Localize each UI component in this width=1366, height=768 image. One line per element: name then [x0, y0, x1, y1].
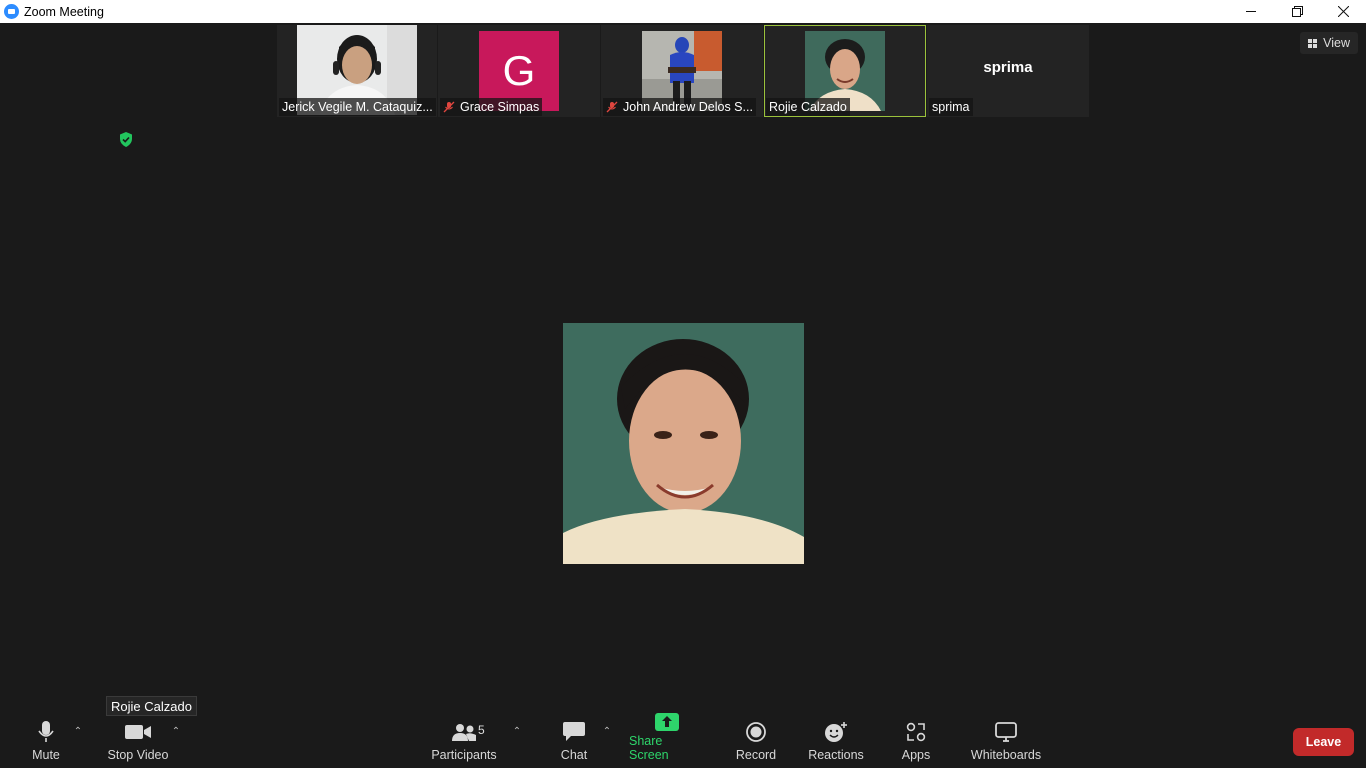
- active-speaker-video: [563, 323, 804, 564]
- participant-name-bar: sprima: [929, 98, 973, 116]
- grid-view-icon: [1308, 38, 1318, 48]
- participant-name-bar: Grace Simpas: [440, 98, 543, 116]
- participants-count: 5: [478, 723, 485, 737]
- participant-tile[interactable]: G Grace Simpas: [438, 25, 600, 117]
- record-icon: [746, 722, 766, 742]
- whiteboards-label: Whiteboards: [970, 748, 1042, 762]
- participant-tile[interactable]: John Andrew Delos S...: [601, 25, 763, 117]
- stop-video-label: Stop Video: [107, 748, 169, 762]
- video-camera-icon: [125, 725, 151, 739]
- apps-button[interactable]: Apps: [896, 716, 936, 768]
- video-options-chevron-up-icon[interactable]: ⌃: [171, 726, 181, 737]
- mute-options-chevron-up-icon[interactable]: ⌃: [73, 726, 83, 737]
- participant-name-bar: John Andrew Delos S...: [603, 98, 756, 116]
- participant-filmstrip: Jerick Vegile M. Cataquiz... G Grace Sim…: [277, 25, 1089, 117]
- microphone-icon: [38, 721, 54, 742]
- leave-button[interactable]: Leave: [1293, 728, 1354, 756]
- stop-video-button[interactable]: Stop Video: [104, 716, 172, 768]
- share-screen-button[interactable]: Share Screen: [629, 713, 705, 768]
- whiteboard-icon: [995, 722, 1017, 742]
- close-window-button[interactable]: [1320, 0, 1366, 23]
- restore-icon: [1291, 6, 1303, 17]
- minimize-button[interactable]: [1228, 0, 1274, 23]
- participants-button[interactable]: 5 Participants: [430, 716, 498, 768]
- participant-name: Rojie Calzado: [769, 100, 847, 114]
- reactions-smiley-icon: [825, 722, 847, 742]
- apps-label: Apps: [901, 748, 931, 762]
- window-controls: [1228, 0, 1366, 23]
- record-label: Record: [735, 748, 777, 762]
- close-icon: [1337, 6, 1349, 17]
- mute-button[interactable]: Mute: [24, 716, 68, 768]
- reactions-label: Reactions: [808, 748, 864, 762]
- participant-tile[interactable]: sprima sprima: [927, 25, 1089, 117]
- muted-mic-icon: [606, 101, 618, 113]
- view-label: View: [1323, 36, 1350, 50]
- chat-options-chevron-up-icon[interactable]: ⌃: [602, 726, 612, 737]
- participant-name: John Andrew Delos S...: [623, 100, 753, 114]
- chat-bubble-icon: [563, 722, 585, 741]
- zoom-app-icon: [4, 4, 19, 19]
- reactions-button[interactable]: Reactions: [806, 716, 866, 768]
- participants-icon: [452, 724, 476, 741]
- participants-options-chevron-up-icon[interactable]: ⌃: [512, 726, 522, 737]
- participant-name: Jerick Vegile M. Cataquiz...: [282, 100, 433, 114]
- record-button[interactable]: Record: [734, 716, 778, 768]
- encryption-shield-icon[interactable]: [119, 132, 133, 147]
- mute-label: Mute: [32, 748, 60, 762]
- participant-display-name: sprima: [983, 59, 1033, 76]
- window-title: Zoom Meeting: [24, 4, 104, 19]
- participant-tile[interactable]: Jerick Vegile M. Cataquiz...: [277, 25, 437, 117]
- minimize-icon: [1245, 11, 1256, 12]
- chat-button[interactable]: Chat: [554, 716, 594, 768]
- share-screen-icon: [655, 713, 679, 731]
- participant-name-bar: Jerick Vegile M. Cataquiz...: [279, 98, 436, 116]
- title-bar: Zoom Meeting: [0, 0, 1366, 23]
- participant-name-bar: Rojie Calzado: [766, 98, 850, 116]
- apps-icon: [906, 722, 926, 742]
- whiteboards-button[interactable]: Whiteboards: [968, 716, 1044, 768]
- participant-name: sprima: [932, 100, 970, 114]
- self-name-tooltip: Rojie Calzado: [106, 696, 197, 716]
- participant-name: Grace Simpas: [460, 100, 540, 114]
- participant-tile-active-speaker[interactable]: Rojie Calzado: [764, 25, 926, 117]
- participants-label: Participants: [431, 748, 497, 762]
- chat-label: Chat: [560, 748, 588, 762]
- view-button[interactable]: View: [1300, 32, 1358, 54]
- restore-button[interactable]: [1274, 0, 1320, 23]
- meeting-toolbar: Mute ⌃ Stop Video ⌃ 5 Participants ⌃ Cha…: [0, 713, 1366, 768]
- muted-mic-icon: [443, 101, 455, 113]
- share-screen-label: Share Screen: [629, 734, 669, 762]
